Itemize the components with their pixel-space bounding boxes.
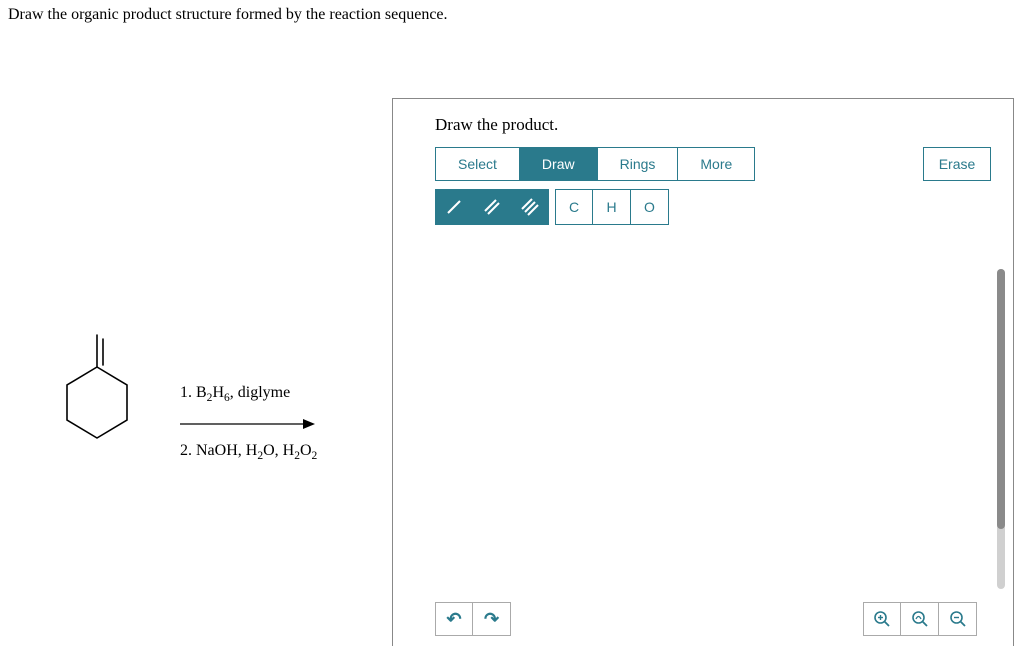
scrollbar-thumb[interactable] [997, 269, 1005, 529]
undo-icon: ↶ [446, 609, 461, 630]
single-bond-button[interactable] [435, 189, 473, 225]
atom-c-button[interactable]: C [555, 189, 593, 225]
zoom-controls [863, 602, 977, 636]
question-prompt: Draw the organic product structure forme… [8, 6, 448, 24]
tab-rings[interactable]: Rings [598, 147, 679, 181]
atom-h-button[interactable]: H [593, 189, 631, 225]
tab-select[interactable]: Select [435, 147, 520, 181]
tool-toolbar: C H O [435, 189, 669, 225]
zoom-in-button[interactable] [863, 602, 901, 636]
reset-view-icon [911, 610, 929, 628]
undo-button[interactable]: ↶ [435, 602, 473, 636]
triple-bond-button[interactable] [511, 189, 549, 225]
redo-icon: ↷ [484, 609, 499, 630]
tab-more[interactable]: More [678, 147, 755, 181]
mode-toolbar: Select Draw Rings More [435, 147, 755, 181]
panel-title: Draw the product. [435, 115, 558, 135]
redo-button[interactable]: ↷ [473, 602, 511, 636]
zoom-in-icon [873, 610, 891, 628]
molecule-structure [42, 325, 152, 470]
reaction-arrow-icon [180, 418, 315, 430]
atom-o-button[interactable]: O [631, 189, 669, 225]
history-controls: ↶ ↷ [435, 602, 511, 636]
vertical-scrollbar[interactable] [997, 269, 1005, 589]
erase-button[interactable]: Erase [923, 147, 991, 181]
zoom-out-icon [949, 610, 967, 628]
reset-zoom-button[interactable] [901, 602, 939, 636]
zoom-out-button[interactable] [939, 602, 977, 636]
drawing-canvas[interactable] [413, 237, 979, 600]
tab-draw[interactable]: Draw [520, 147, 598, 181]
drawing-editor-panel: Draw the product. Select Draw Rings More… [392, 98, 1014, 646]
double-bond-button[interactable] [473, 189, 511, 225]
